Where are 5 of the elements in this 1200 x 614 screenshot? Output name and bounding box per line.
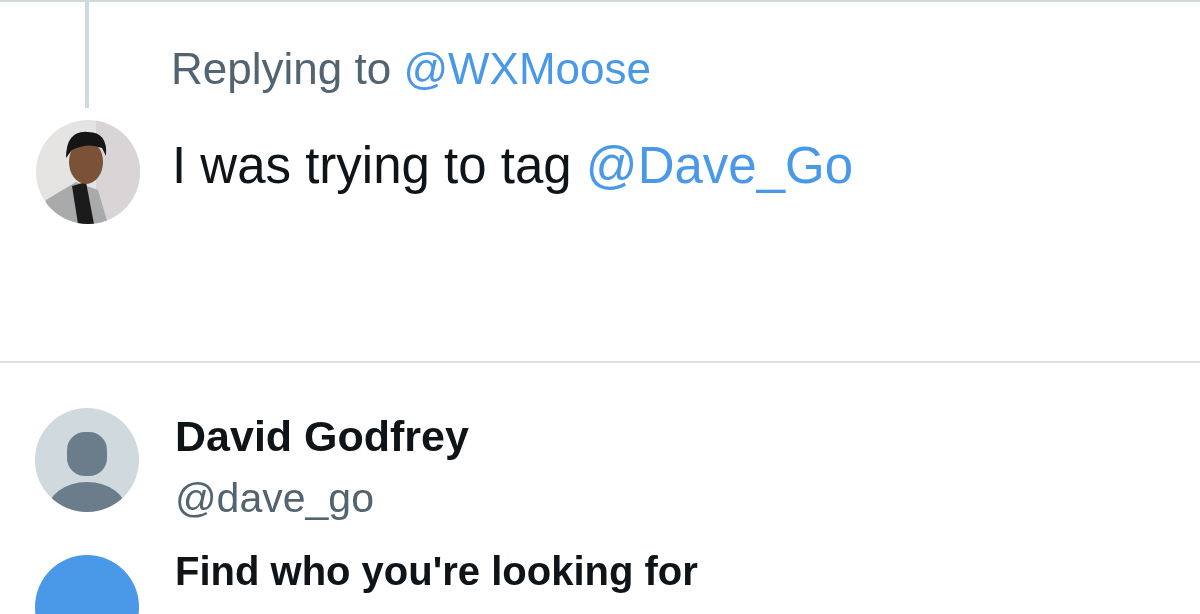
replying-to-text: Replying to @WXMoose	[171, 43, 651, 95]
user-handle: @dave_go	[175, 475, 375, 522]
tweet-draft-text[interactable]: I was trying to tag @Dave_Go	[172, 136, 854, 195]
user-name: David Godfrey	[175, 412, 469, 461]
search-suggestion[interactable]: Find who you're looking for	[175, 551, 698, 614]
